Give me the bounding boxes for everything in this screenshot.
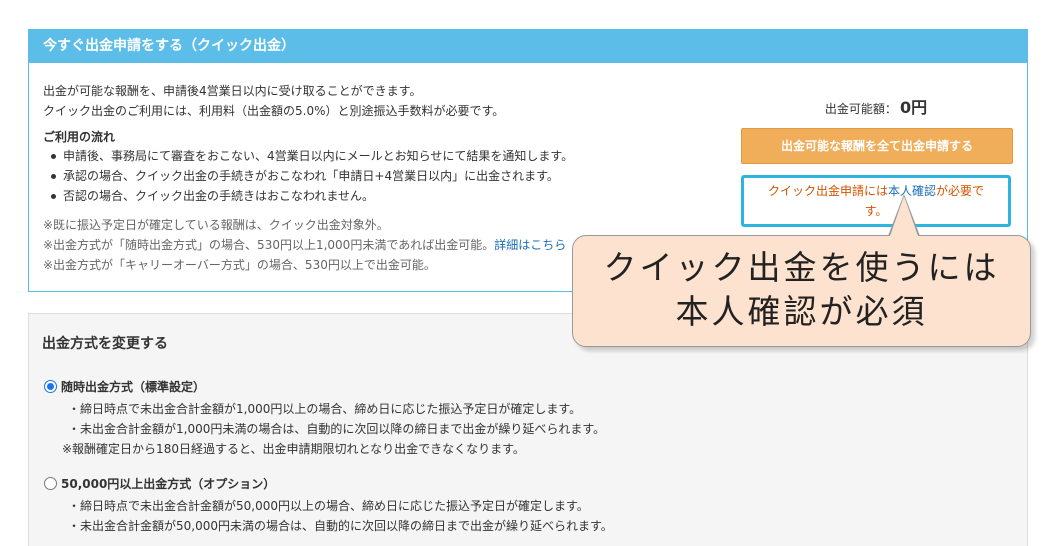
page-root: 今すぐ出金申請をする（クイック出金） 出金が可能な報酬を、申請後4営業日以内に受…: [0, 0, 1047, 546]
apply-all-button[interactable]: 出金可能な報酬を全て出金申請する: [741, 128, 1013, 164]
withdrawal-method-panel: 出金方式を変更する 随時出金方式（標準設定） ・締日時点で未出金合計金額が1,0…: [28, 313, 1028, 546]
identity-verification-notice: クイック出金申請には本人確認が必要です。: [741, 175, 1011, 227]
option-standard-desc: ・締日時点で未出金合計金額が1,000円以上の場合、締め日に応じた振込予定日が確…: [62, 399, 606, 459]
option-line: ・締日時点で未出金合計金額が50,000円以上の場合、締め日に応じた振込予定日が…: [68, 499, 589, 513]
option-50000-desc: ・締日時点で未出金合計金額が50,000円以上の場合、締め日に応じた振込予定日が…: [68, 496, 613, 536]
radio-standard[interactable]: [44, 380, 57, 393]
method-title: 出金方式を変更する: [42, 336, 168, 352]
available-label: 出金可能額：: [824, 102, 897, 116]
option-line: ・未出金合計金額が1,000円未満の場合は、自動的に次回以降の締日まで出金が繰り…: [68, 422, 606, 436]
detail-link[interactable]: 詳細はこちら: [494, 238, 566, 252]
note-text: ※出金方式が「随時出金方式」の場合、530円以上1,000円未満であれば出金可能…: [43, 238, 495, 252]
option-line: ・未出金合計金額が50,000円未満の場合は、自動的に次回以降の締日まで出金が繰…: [68, 519, 613, 533]
verify-prefix: クイック出金申請には: [767, 184, 888, 198]
option-50000: 50,000円以上出金方式（オプション） ・締日時点で未出金合計金額が50,00…: [44, 475, 613, 536]
callout-tail: [890, 196, 918, 236]
callout-balloon: クイック出金を使うには 本人確認が必須: [572, 235, 1031, 347]
quick-actions: 出金可能額： 0円 出金可能な報酬を全て出金申請する クイック出金申請には本人確認…: [741, 94, 1013, 227]
option-standard-label: 随時出金方式（標準設定）: [61, 380, 206, 394]
option-50000-label: 50,000円以上出金方式（オプション）: [61, 477, 276, 491]
callout-line-1: クイック出金を使うには: [603, 248, 1000, 287]
option-note: ※報酬確定日から180日経過すると、出金申請期限切れとなり出金できなくなります。: [62, 442, 525, 456]
available-amount-row: 出金可能額： 0円: [741, 94, 1011, 118]
radio-50000[interactable]: [44, 477, 57, 490]
available-amount: 0円: [899, 98, 928, 117]
option-line: ・締日時点で未出金合計金額が1,000円以上の場合、締め日に応じた振込予定日が確…: [68, 402, 582, 416]
quick-withdrawal-header: 今すぐ出金申請をする（クイック出金）: [29, 30, 1027, 63]
option-50000-radio-row[interactable]: 50,000円以上出金方式（オプション）: [44, 475, 613, 492]
option-standard-radio-row[interactable]: 随時出金方式（標準設定）: [44, 378, 605, 395]
option-standard: 随時出金方式（標準設定） ・締日時点で未出金合計金額が1,000円以上の場合、締…: [44, 378, 605, 459]
callout-line-2: 本人確認が必須: [675, 292, 928, 331]
